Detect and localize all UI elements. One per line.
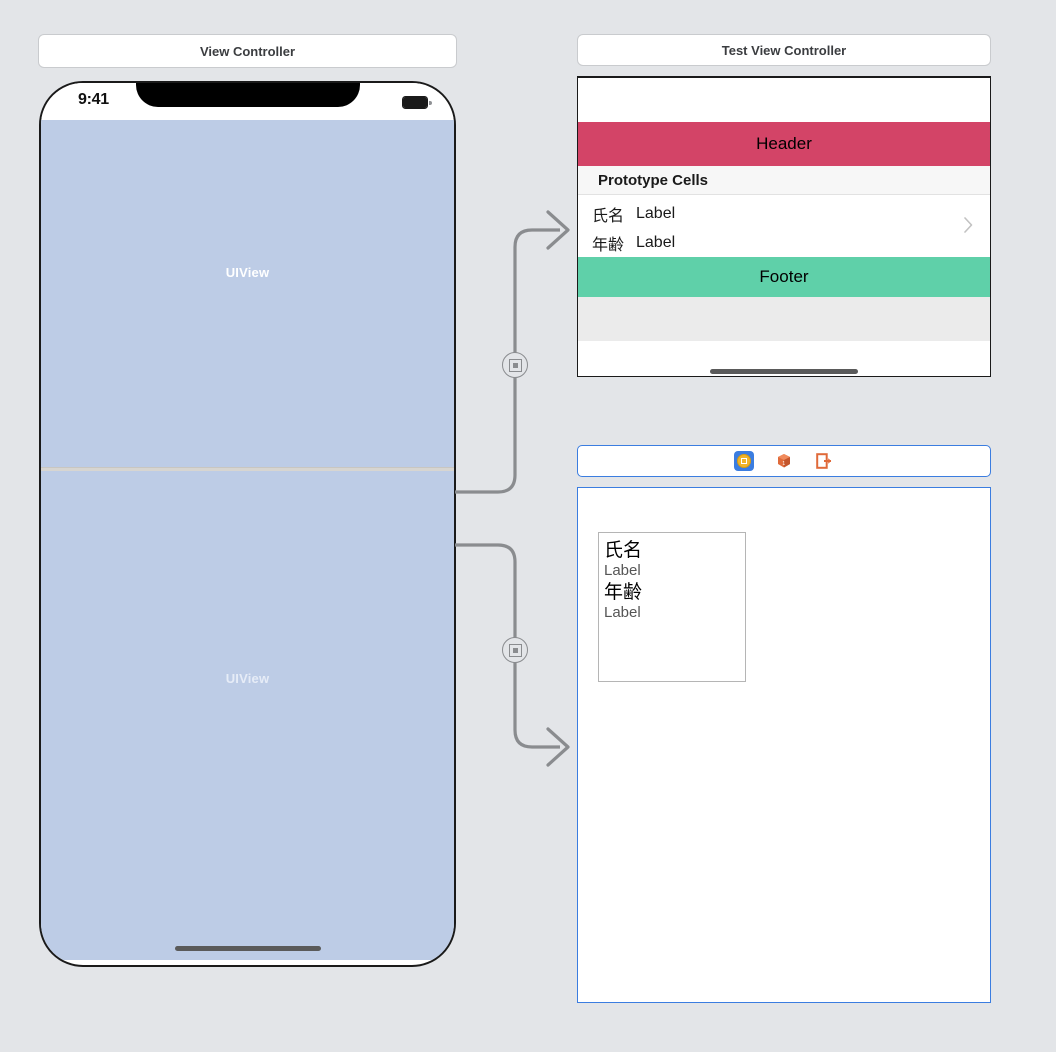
segue-show-icon bbox=[508, 643, 522, 657]
table-view-top-area bbox=[578, 78, 990, 122]
table-view-bottom-area bbox=[578, 341, 990, 376]
home-indicator bbox=[174, 946, 321, 951]
scene-dock[interactable]: 1 bbox=[577, 445, 991, 477]
prototype-cells-label: Prototype Cells bbox=[578, 166, 990, 195]
first-responder-cube-icon[interactable]: 1 bbox=[774, 451, 794, 471]
scene-title-view-controller[interactable]: View Controller bbox=[38, 34, 457, 68]
scene-title-label: Test View Controller bbox=[721, 42, 847, 58]
table-section-header-label: Header bbox=[756, 134, 812, 153]
table-section-footer[interactable]: Footer bbox=[578, 257, 990, 297]
exit-icon[interactable] bbox=[814, 451, 834, 471]
exit-glyph bbox=[816, 453, 832, 469]
cell-preview-line-name-key: 氏名 bbox=[604, 540, 643, 561]
cell-row-age-key: 年齢 bbox=[592, 237, 625, 254]
uiview-top-label: UIView bbox=[225, 265, 270, 280]
device-canvas-view-controller[interactable]: UIView UIView 9:41 bbox=[39, 81, 456, 967]
cell-design-canvas[interactable]: 氏名 Label 年齢 Label bbox=[577, 487, 991, 1003]
scene-title-label: View Controller bbox=[199, 43, 296, 59]
cell-row-age: 年齢 Label bbox=[592, 231, 675, 255]
segue-show-icon bbox=[508, 358, 522, 372]
cell-preview-line-age-value: Label bbox=[604, 604, 641, 621]
cell-preview-line-age-key: 年齢 bbox=[604, 582, 643, 603]
view-controller-glyph bbox=[737, 454, 751, 468]
segue-arrowhead-1 bbox=[546, 210, 570, 250]
prototype-cell[interactable]: 氏名 Label 年齢 Label bbox=[578, 195, 990, 257]
notch bbox=[135, 83, 360, 107]
battery-full-icon bbox=[402, 96, 432, 109]
cell-preview-line-name-value: Label bbox=[604, 562, 641, 579]
status-bar: 9:41 bbox=[41, 83, 454, 120]
table-section-footer-label: Footer bbox=[759, 267, 809, 286]
uiview-bottom-label: UIView bbox=[225, 671, 270, 686]
table-view-empty-area bbox=[578, 297, 990, 341]
cell-row-name-key: 氏名 bbox=[592, 208, 625, 225]
cell-row-age-value: Label bbox=[636, 234, 676, 251]
uiview-top[interactable]: UIView bbox=[41, 120, 454, 467]
table-view-cell-preview[interactable]: 氏名 Label 年齢 Label bbox=[598, 532, 746, 682]
segue-badge-show-2[interactable] bbox=[502, 637, 528, 663]
svg-text:1: 1 bbox=[782, 461, 785, 467]
view-controller-icon[interactable] bbox=[734, 451, 754, 471]
cell-row-name-value: Label bbox=[636, 205, 676, 222]
chevron-right-icon bbox=[964, 217, 973, 233]
status-bar-time: 9:41 bbox=[78, 91, 109, 108]
segue-badge-show-1[interactable] bbox=[502, 352, 528, 378]
cell-row-name: 氏名 Label bbox=[592, 202, 675, 226]
home-indicator bbox=[710, 369, 858, 374]
scene-title-test-view-controller[interactable]: Test View Controller bbox=[577, 34, 991, 66]
device-canvas-test-view-controller[interactable]: Header Prototype Cells 氏名 Label 年齢 Label… bbox=[577, 76, 991, 377]
cube-glyph: 1 bbox=[778, 454, 790, 468]
segue-arrowhead-2 bbox=[546, 727, 570, 767]
uiview-bottom[interactable]: UIView bbox=[41, 471, 454, 960]
table-section-header[interactable]: Header bbox=[578, 122, 990, 166]
